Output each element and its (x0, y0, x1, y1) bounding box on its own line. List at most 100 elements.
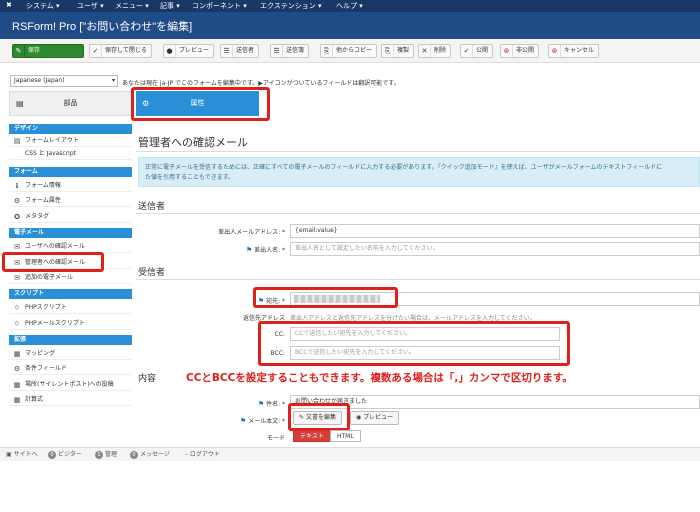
info-alert: 正常に電子メールを受信するためには、正確にすべての電子メールのフィールドに入力す… (138, 157, 700, 187)
close-icon: ✕ (419, 45, 431, 57)
divider (136, 213, 700, 214)
menu-menus[interactable]: メニュー ▾ (115, 1, 149, 11)
subject-field[interactable]: お問い合わせが届きました (290, 395, 700, 409)
language-select-value: Japanese (Japan) (14, 77, 65, 84)
menu-system[interactable]: システム ▾ (26, 1, 60, 11)
toolbar: ✎ 保存 ✓ 保存して閉じる ● プレビュー ☰ 送信者 ☰ 送信簿 ⎘ 他から… (0, 39, 700, 63)
flag-icon: ⚑ (257, 400, 265, 408)
save-label: 保存 (28, 47, 41, 54)
body-label: ⚑ メール本文: * (135, 416, 285, 425)
sender-heading: 送信者 (138, 202, 166, 212)
globe-icon: ✪ (14, 213, 20, 221)
sidebar-item-form-info[interactable]: ℹ フォーム情報 (9, 180, 132, 192)
save-button[interactable]: ✎ 保存 (12, 44, 84, 58)
divider (136, 151, 700, 152)
menu-help[interactable]: ヘルプ ▾ (336, 1, 363, 11)
status-visitors[interactable]: 0 ビジター (48, 450, 82, 460)
from-email-field[interactable]: {email:value} (290, 224, 700, 238)
joomla-icon[interactable]: ✖ (6, 1, 12, 9)
sidebar-item-php-email-scripts[interactable]: ⟨⟩ PHPメールスクリプト (9, 318, 132, 330)
section-form: フォーム (9, 167, 132, 177)
language-select[interactable]: Japanese (Japan) ▾ (10, 75, 118, 87)
menu-extensions[interactable]: エクステンション ▾ (260, 1, 322, 11)
list-icon: ☰ (221, 45, 233, 57)
list-icon: ☰ (271, 45, 283, 57)
top-menu-bar: ✖ システム ▾ ユーザ ▾ メニュー ▾ 記事 ▾ コンポーネント ▾ エクス… (0, 0, 700, 12)
info-icon: ℹ (15, 182, 19, 190)
publish-label: 公開 (476, 47, 489, 54)
check-icon: ✓ (461, 45, 473, 57)
submitters-button[interactable]: ☰ 送信者 (220, 44, 260, 58)
message-count-badge: 0 (130, 451, 138, 459)
gear-icon: ⚙ (13, 197, 21, 205)
recipient-heading: 受信者 (138, 268, 166, 278)
sidebar-item-silent-post[interactable]: ▦ 場所(サイレントポスト)への投稿 (9, 379, 132, 391)
check-icon: ✓ (90, 45, 102, 57)
menu-users[interactable]: ユーザ ▾ (77, 1, 104, 11)
status-site-link[interactable]: ▣ サイトへ (6, 450, 38, 460)
sidebar-item-php-scripts[interactable]: ⟨⟩ PHPスクリプト (9, 302, 132, 314)
components-icon: ▤ (16, 99, 24, 108)
sidebar-item-label: ユーザへの確認メール (25, 243, 85, 250)
status-logout-label: ログアウト (189, 451, 220, 458)
status-admins[interactable]: 1 管理 (95, 450, 117, 460)
sidebar-item-additional-email[interactable]: ✉ 追加の電子メール (9, 272, 132, 284)
sidebar-item-conditional-fields[interactable]: ⚙ 条件フィールド (9, 363, 132, 375)
preview-button[interactable]: ● プレビュー (163, 44, 215, 58)
body-preview-button[interactable]: ◉ プレビュー (350, 411, 400, 425)
cancel-button[interactable]: ⊗ キャンセル (548, 44, 600, 58)
sidebar-item-form-attributes[interactable]: ⚙ フォーム属性 (9, 195, 132, 207)
delete-button[interactable]: ✕ 削除 (418, 44, 452, 58)
section-design: デザイン (9, 124, 132, 134)
body-preview-label: プレビュー (363, 414, 394, 421)
unpublish-button[interactable]: ⊗ 非公開 (500, 44, 540, 58)
title-bar: RSForm! Pro ["お問い合わせ"を編集] (0, 12, 700, 39)
mode-html-button[interactable]: HTML (330, 430, 361, 442)
mode-text-button[interactable]: テキスト (293, 430, 331, 442)
alert-text-1: 正常に電子メールを受信するためには、正確にすべての電子メールのフィールドに入力す… (145, 164, 663, 171)
status-site-label: サイトへ (13, 451, 38, 458)
status-logout[interactable]: – ログアウト (185, 450, 220, 460)
unpublish-icon: ⊗ (501, 45, 513, 57)
cancel-icon: ⊗ (549, 45, 561, 57)
menu-components[interactable]: コンポーネント ▾ (192, 1, 247, 11)
subject-label: ⚑ 件名: * (135, 399, 285, 408)
flag-icon: ⚑ (245, 246, 253, 254)
status-messages[interactable]: 0 メッセージ (130, 450, 170, 460)
page-title: RSForm! Pro ["お問い合わせ"を編集] (12, 21, 193, 33)
sidebar-item-mappings[interactable]: ▦ マッピング (9, 348, 132, 360)
delete-label: 削除 (434, 47, 447, 54)
layout-icon: ▤ (13, 137, 21, 145)
annotation-cc-bcc: CCとBCCを設定することもできます。複数ある場合は「,」カンマで区切ります。 (186, 372, 573, 384)
highlight-to-field (253, 287, 398, 308)
chevron-down-icon: ▾ (111, 77, 115, 84)
sidebar-item-label: PHPスクリプト (25, 304, 67, 311)
sidebar-item-calculations[interactable]: ▦ 計算式 (9, 394, 132, 406)
status-bar: ▣ サイトへ 0 ビジター 1 管理 0 メッセージ – ログアウト (0, 447, 700, 461)
admin-count-badge: 1 (95, 451, 103, 459)
sidebar-item-meta-tags[interactable]: ✪ メタタグ (9, 211, 132, 223)
preview-icon: ● (164, 45, 176, 57)
sidebar-item-form-layout[interactable]: ▤ フォームレイアウト (9, 135, 132, 147)
sidebar-item-label: 条件フィールド (25, 365, 67, 372)
sidebar-item-label: 場所(サイレントポスト)への投稿 (25, 381, 114, 388)
duplicate-button[interactable]: ⎘ 複製 (381, 44, 415, 58)
calculator-icon: ▦ (13, 396, 21, 404)
sidebar-item-label: PHPメールスクリプト (25, 320, 85, 327)
sidebar-item-label: メタタグ (25, 213, 50, 220)
save-icon: ✎ (13, 45, 25, 57)
from-name-field[interactable]: 差出人名として設定したい名前を入力してください。 (290, 242, 700, 256)
section-scripts: スクリプト (9, 289, 132, 299)
save-and-close-button[interactable]: ✓ 保存して閉じる (89, 44, 152, 58)
copy-icon: ⎘ (382, 45, 394, 57)
copy-from-button[interactable]: ⎘ 他からコピー (320, 44, 378, 58)
menu-content[interactable]: 記事 ▾ (160, 1, 180, 11)
sidebar-item-css-js[interactable]: CSS と Javascript (9, 148, 132, 160)
submission-log-button[interactable]: ☰ 送信簿 (270, 44, 310, 58)
visitor-count-badge: 0 (48, 451, 56, 459)
map-icon: ▦ (13, 350, 21, 358)
publish-button[interactable]: ✓ 公開 (460, 44, 494, 58)
post-icon: ▦ (13, 381, 21, 389)
cancel-label: キャンセル (564, 47, 595, 54)
tab-components[interactable]: ▤ 部品 (9, 91, 132, 116)
